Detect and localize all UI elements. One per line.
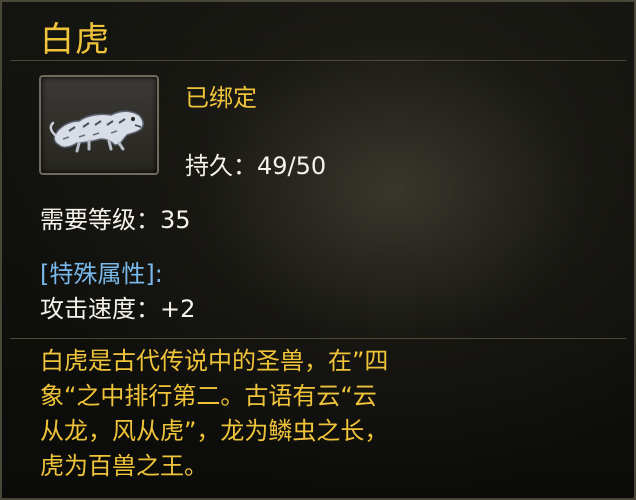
bind-status: 已绑定 bbox=[185, 84, 257, 112]
attack-speed-text: 攻击速度：+2 bbox=[40, 295, 196, 323]
item-description: 白虎是古代传说中的圣兽，在”四 象“之中排行第二。古语有云“云 从龙，风从虎”，… bbox=[40, 344, 560, 484]
description-line: 白虎是古代传说中的圣兽，在”四 bbox=[40, 347, 389, 375]
description-line: 象“之中排行第二。古语有云“云 bbox=[40, 382, 377, 410]
special-attributes-header: [特殊属性]: bbox=[40, 260, 163, 288]
description-line: 虎为百兽之王。 bbox=[40, 452, 208, 480]
durability-text: 持久：49/50 bbox=[185, 152, 327, 180]
item-tooltip: 白虎 已绑定 持久：49/50 需要等级：35 [特殊属性]: 攻击速度：+2 … bbox=[0, 0, 636, 500]
required-level-text: 需要等级：35 bbox=[40, 206, 191, 234]
item-name: 白虎 bbox=[40, 20, 110, 60]
divider bbox=[10, 338, 626, 339]
white-tiger-icon bbox=[49, 110, 144, 153]
divider bbox=[10, 60, 626, 61]
description-line: 从龙，风从虎”，龙为鳞虫之长， bbox=[40, 417, 389, 445]
item-icon-slot bbox=[39, 75, 159, 175]
